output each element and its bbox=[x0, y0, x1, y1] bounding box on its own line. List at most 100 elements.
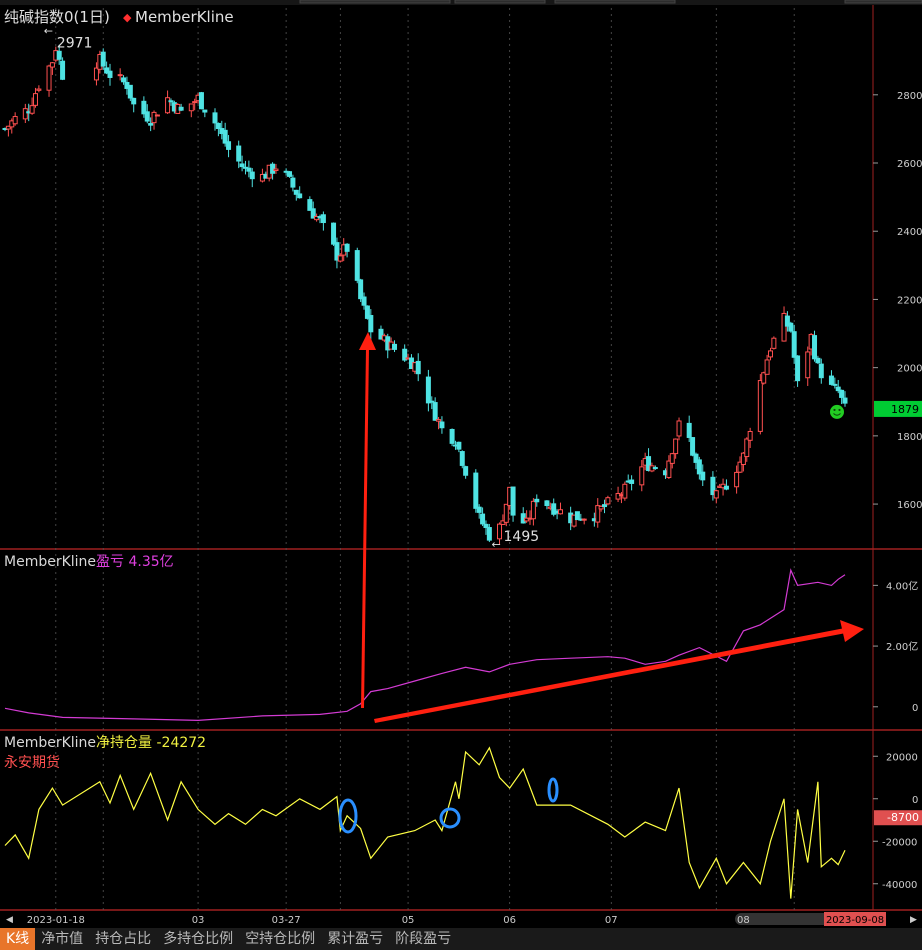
price-tick-label: 2600 bbox=[897, 159, 922, 170]
pnl-panel-title: MemberKline盈亏 4.35亿 bbox=[4, 554, 174, 570]
annotation-arrow-vertical bbox=[359, 332, 376, 708]
candle bbox=[676, 417, 682, 441]
tab-0[interactable]: K线 bbox=[0, 928, 36, 950]
x-axis-label: 03 bbox=[192, 915, 205, 926]
min-arrow-icon: ← bbox=[492, 538, 501, 551]
x-axis-label: 05 bbox=[402, 915, 415, 926]
x-axis-label: 06 bbox=[503, 915, 516, 926]
candle bbox=[415, 353, 421, 382]
candlestick-series bbox=[2, 44, 848, 546]
candle bbox=[198, 91, 204, 110]
candle bbox=[622, 481, 628, 501]
candle bbox=[713, 489, 719, 504]
net-tick-label: 0 bbox=[912, 795, 918, 806]
candle bbox=[459, 450, 465, 469]
tab-5[interactable]: 累计盈亏 bbox=[321, 928, 389, 950]
pnl-tick-label: 0 bbox=[912, 703, 918, 714]
net-position-line bbox=[4, 746, 846, 899]
legend-series-name: MemberKline bbox=[135, 8, 234, 26]
candle bbox=[154, 114, 160, 117]
scroll-right-icon[interactable]: ▶ bbox=[910, 915, 917, 925]
x-axis: ◀ ▶ 2023-09-08 2023-01-18 03 03-27 05 06 07 08 bbox=[0, 911, 922, 928]
candle bbox=[439, 416, 445, 434]
x-axis-label: 2023-01-18 bbox=[27, 915, 85, 926]
tab-bar: K线 净市值 持仓占比 多持仓比例 空持仓比例 累计盈亏 阶段盈亏 bbox=[0, 928, 922, 950]
candle bbox=[287, 170, 293, 178]
price-tick-label: 2800 bbox=[897, 91, 922, 102]
smiley-icon bbox=[830, 404, 844, 419]
legend-diamond-icon: ◆ bbox=[123, 11, 132, 24]
candle bbox=[828, 370, 834, 386]
net-panel-title: MemberKline净持仓量 -24272 bbox=[4, 735, 206, 751]
annotation-circle-3 bbox=[547, 777, 559, 803]
net-value-label: 净持仓量 -24272 bbox=[96, 735, 206, 751]
candle bbox=[581, 518, 587, 525]
candle bbox=[456, 441, 462, 453]
candle bbox=[473, 469, 479, 513]
tab-4[interactable]: 空持仓比例 bbox=[239, 928, 321, 950]
pnl-tick-label: 2.00亿 bbox=[886, 640, 918, 653]
candle bbox=[551, 498, 557, 517]
pnl-value-label: 盈亏 4.35亿 bbox=[96, 554, 174, 570]
max-price-marker: ← 2971 bbox=[44, 24, 93, 51]
net-current-value: -8700 bbox=[887, 811, 919, 824]
candle bbox=[46, 64, 52, 97]
candle bbox=[812, 330, 818, 362]
scroll-left-icon[interactable]: ◀ bbox=[6, 915, 13, 925]
net-tick-label: 20000 bbox=[886, 752, 918, 763]
app-window: 2800 2600 2400 2200 2000 1800 1600 4.00亿 2.00亿 0… bbox=[0, 0, 922, 950]
candle bbox=[320, 211, 326, 231]
max-arrow-icon: ← bbox=[44, 24, 53, 37]
candle bbox=[12, 112, 18, 126]
candle bbox=[32, 87, 38, 108]
tab-1[interactable]: 净市值 bbox=[35, 928, 89, 950]
broker-name: 永安期货 bbox=[4, 754, 60, 771]
candle bbox=[595, 498, 601, 528]
candle bbox=[557, 502, 563, 515]
candle bbox=[354, 247, 360, 284]
end-date-label: 2023-09-08 bbox=[826, 915, 884, 926]
max-price-label: 2971 bbox=[57, 35, 93, 51]
price-tick-label: 1800 bbox=[897, 432, 922, 443]
price-tick-label: 1600 bbox=[897, 500, 922, 511]
candle bbox=[463, 465, 469, 479]
tab-6[interactable]: 阶段盈亏 bbox=[389, 928, 457, 950]
min-price-label: 1495 bbox=[504, 529, 540, 545]
candle bbox=[22, 103, 28, 124]
net-tick-label: -20000 bbox=[882, 837, 917, 848]
candle bbox=[767, 347, 773, 361]
last-price-value: 1879 bbox=[891, 403, 919, 416]
candle bbox=[334, 237, 340, 269]
candle bbox=[690, 437, 696, 457]
candle bbox=[795, 355, 801, 387]
price-tick-label: 2400 bbox=[897, 227, 922, 238]
net-current-tag: -8700 bbox=[874, 810, 922, 826]
net-tick-label: -40000 bbox=[882, 880, 917, 891]
net-series-name: MemberKline bbox=[4, 735, 96, 751]
candle bbox=[188, 103, 194, 118]
tab-2[interactable]: 持仓占比 bbox=[89, 928, 157, 950]
pnl-axis: 4.00亿 2.00亿 0 bbox=[873, 579, 918, 714]
vertical-gridlines bbox=[55, 8, 795, 910]
x-axis-label: 07 bbox=[605, 915, 618, 926]
price-tick-label: 2000 bbox=[897, 364, 922, 375]
candle bbox=[574, 511, 580, 521]
chart-area: 2800 2600 2400 2200 2000 1800 1600 4.00亿 2.00亿 0… bbox=[0, 0, 922, 928]
last-price-tag: 1879 bbox=[874, 400, 922, 417]
price-axis: 2800 2600 2400 2200 2000 1800 1600 bbox=[873, 91, 922, 511]
annotation-circle-2 bbox=[439, 807, 461, 829]
candle bbox=[764, 354, 770, 375]
candle bbox=[60, 57, 66, 81]
candle bbox=[107, 63, 113, 86]
candle bbox=[788, 321, 794, 333]
pnl-line bbox=[4, 568, 846, 722]
candle bbox=[290, 174, 296, 192]
window-top-strip bbox=[0, 0, 922, 5]
candle bbox=[425, 369, 431, 412]
pnl-tick-label: 4.00亿 bbox=[886, 579, 918, 592]
candle bbox=[36, 85, 42, 93]
x-axis-label: 03-27 bbox=[272, 915, 301, 926]
candle bbox=[151, 110, 157, 130]
x-axis-label: 08 bbox=[737, 915, 750, 926]
tab-3[interactable]: 多持仓比例 bbox=[157, 928, 239, 950]
